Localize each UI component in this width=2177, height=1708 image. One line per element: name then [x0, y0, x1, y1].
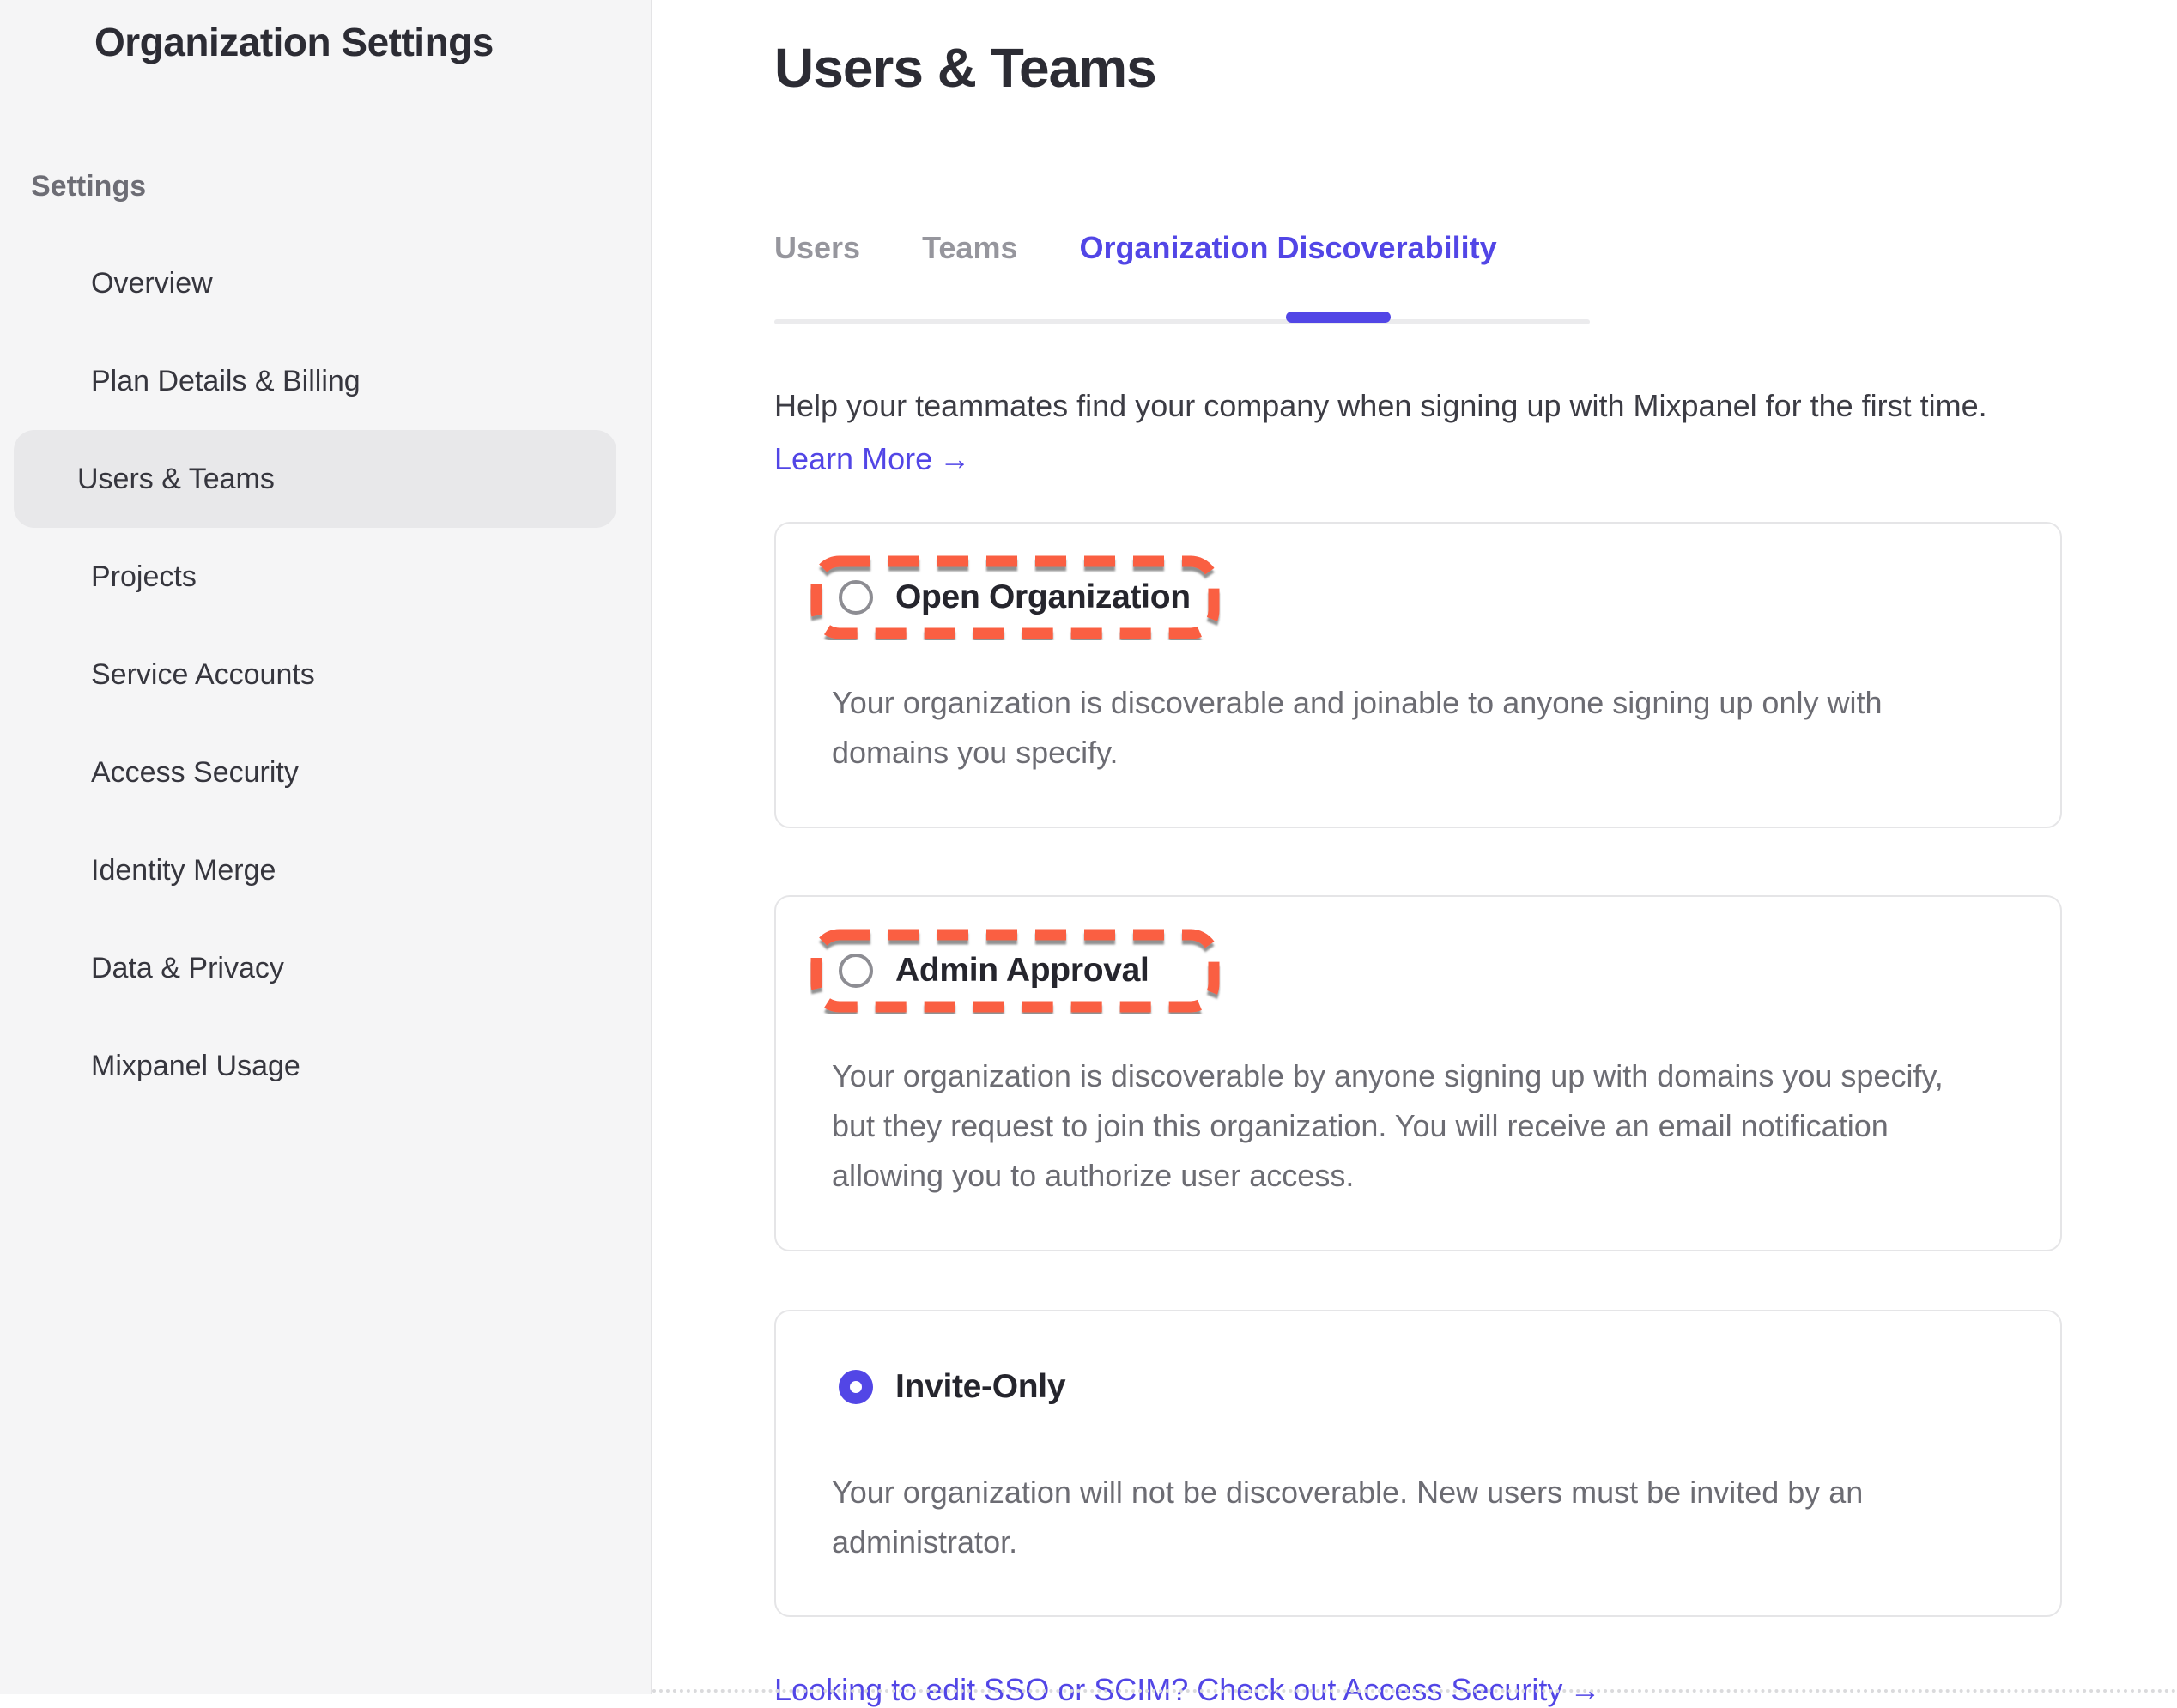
- active-tab-indicator: [1286, 312, 1391, 323]
- sidebar-nav: Overview Plan Details & Billing Users & …: [0, 234, 651, 1115]
- arrow-right-icon: →: [939, 441, 970, 476]
- option-card-open-organization: Open Organization Your organization is d…: [774, 522, 2062, 828]
- admin-approval-option[interactable]: Admin Approval: [810, 928, 1221, 1014]
- sidebar-item-plan-details-billing[interactable]: Plan Details & Billing: [14, 332, 616, 430]
- invite-only-label: Invite-Only: [895, 1368, 1065, 1406]
- invite-only-description: Your organization will not be discoverab…: [832, 1468, 1991, 1568]
- tab-bar: Users Teams Organization Discoverability: [774, 230, 2065, 266]
- bottom-divider: [652, 1689, 2177, 1693]
- tab-teams[interactable]: Teams: [922, 230, 1017, 266]
- learn-more-link[interactable]: Learn More→: [774, 441, 970, 477]
- sidebar-section-label: Settings: [31, 170, 651, 203]
- intro-text: Help your teammates find your company wh…: [774, 388, 2065, 424]
- sidebar-item-users-teams[interactable]: Users & Teams: [14, 430, 616, 528]
- sidebar-item-data-privacy[interactable]: Data & Privacy: [14, 919, 616, 1017]
- invite-only-radio[interactable]: [839, 1370, 873, 1404]
- admin-approval-label: Admin Approval: [895, 952, 1149, 990]
- sidebar-item-access-security[interactable]: Access Security: [14, 724, 616, 821]
- tab-track: [774, 319, 1590, 324]
- admin-approval-radio[interactable]: [839, 954, 873, 988]
- sidebar-item-projects[interactable]: Projects: [14, 528, 616, 626]
- sidebar-item-overview[interactable]: Overview: [14, 234, 616, 332]
- sidebar-title: Organization Settings: [94, 19, 651, 65]
- open-organization-option[interactable]: Open Organization: [810, 554, 1221, 640]
- open-organization-radio[interactable]: [839, 580, 873, 615]
- sidebar-item-identity-merge[interactable]: Identity Merge: [14, 821, 616, 919]
- admin-approval-description: Your organization is discoverable by any…: [832, 1051, 1991, 1202]
- open-organization-label: Open Organization: [895, 578, 1191, 616]
- tab-organization-discoverability[interactable]: Organization Discoverability: [1079, 230, 1496, 266]
- option-card-invite-only: Invite-Only Your organization will not b…: [774, 1310, 2062, 1618]
- settings-sidebar: Organization Settings Settings Overview …: [0, 0, 652, 1694]
- option-card-admin-approval: Admin Approval Your organization is disc…: [774, 895, 2062, 1251]
- tab-users[interactable]: Users: [774, 230, 860, 266]
- learn-more-label: Learn More: [774, 441, 932, 476]
- open-organization-description: Your organization is discoverable and jo…: [832, 678, 1991, 778]
- sidebar-item-service-accounts[interactable]: Service Accounts: [14, 626, 616, 724]
- sidebar-item-mixpanel-usage[interactable]: Mixpanel Usage: [14, 1017, 616, 1115]
- main-content: Users & Teams Users Teams Organization D…: [652, 0, 2177, 1694]
- invite-only-option[interactable]: Invite-Only: [810, 1344, 1221, 1430]
- page-title: Users & Teams: [774, 36, 2065, 100]
